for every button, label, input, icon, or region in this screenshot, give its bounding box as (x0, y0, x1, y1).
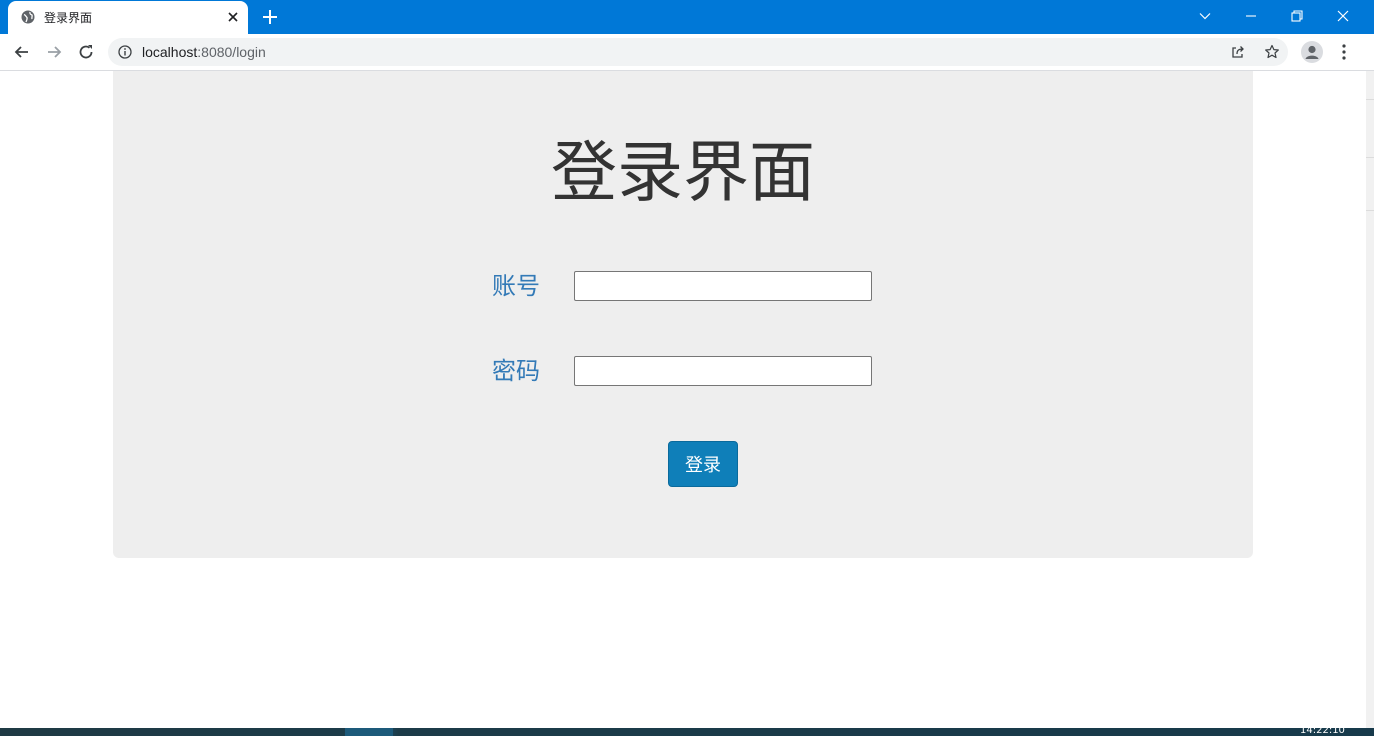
os-taskbar: 14:22:10 (0, 725, 1374, 736)
star-icon[interactable] (1264, 44, 1280, 60)
tab-title: 登录界面 (44, 11, 93, 25)
scrollbar-mark (1366, 157, 1374, 158)
url-path: :8080/login (197, 44, 266, 60)
login-panel: 登录界面 账号 密码 登录 (113, 71, 1253, 558)
scrollbar-mark (1366, 99, 1374, 100)
share-icon[interactable] (1230, 44, 1246, 60)
plus-icon[interactable] (260, 7, 280, 27)
close-window-button[interactable] (1329, 4, 1357, 28)
profile-button[interactable] (1301, 41, 1323, 63)
url-host: localhost (142, 44, 198, 60)
account-label: 账号 (492, 272, 540, 300)
arrow-right-icon[interactable] (44, 42, 64, 62)
minimize-icon (1246, 15, 1256, 17)
restore-icon (1291, 10, 1303, 22)
chevron-down-icon (1199, 13, 1211, 20)
minimize-button[interactable] (1237, 4, 1265, 28)
close-icon[interactable] (225, 9, 241, 25)
browser-tab[interactable]: 登录界面 (8, 1, 248, 34)
restore-button[interactable] (1283, 4, 1311, 28)
page-viewport: 登录界面 账号 密码 登录 (0, 71, 1366, 728)
info-icon[interactable] (118, 45, 132, 59)
globe-icon (21, 10, 35, 24)
browser-titlebar: 登录界面 (0, 0, 1374, 34)
password-label: 密码 (492, 357, 540, 385)
browser-toolbar: localhost:8080/login (0, 34, 1374, 71)
address-bar[interactable]: localhost:8080/login (108, 38, 1288, 66)
profile-icon (1305, 45, 1319, 59)
reload-icon[interactable] (76, 42, 96, 62)
login-button[interactable]: 登录 (668, 441, 738, 487)
taskbar-active-app[interactable] (345, 728, 393, 736)
kebab-menu-icon[interactable] (1336, 43, 1352, 61)
password-input[interactable] (574, 356, 872, 386)
scrollbar-mark (1366, 210, 1374, 211)
page-scrollbar[interactable] (1366, 71, 1374, 728)
taskbar-clock: 14:22:10 (1300, 725, 1345, 736)
tab-search-button[interactable] (1191, 4, 1219, 28)
arrow-left-icon[interactable] (12, 42, 32, 62)
url-text: localhost:8080/login (142, 43, 266, 61)
close-icon (1337, 10, 1349, 22)
account-input[interactable] (574, 271, 872, 301)
page-title: 登录界面 (551, 134, 815, 211)
